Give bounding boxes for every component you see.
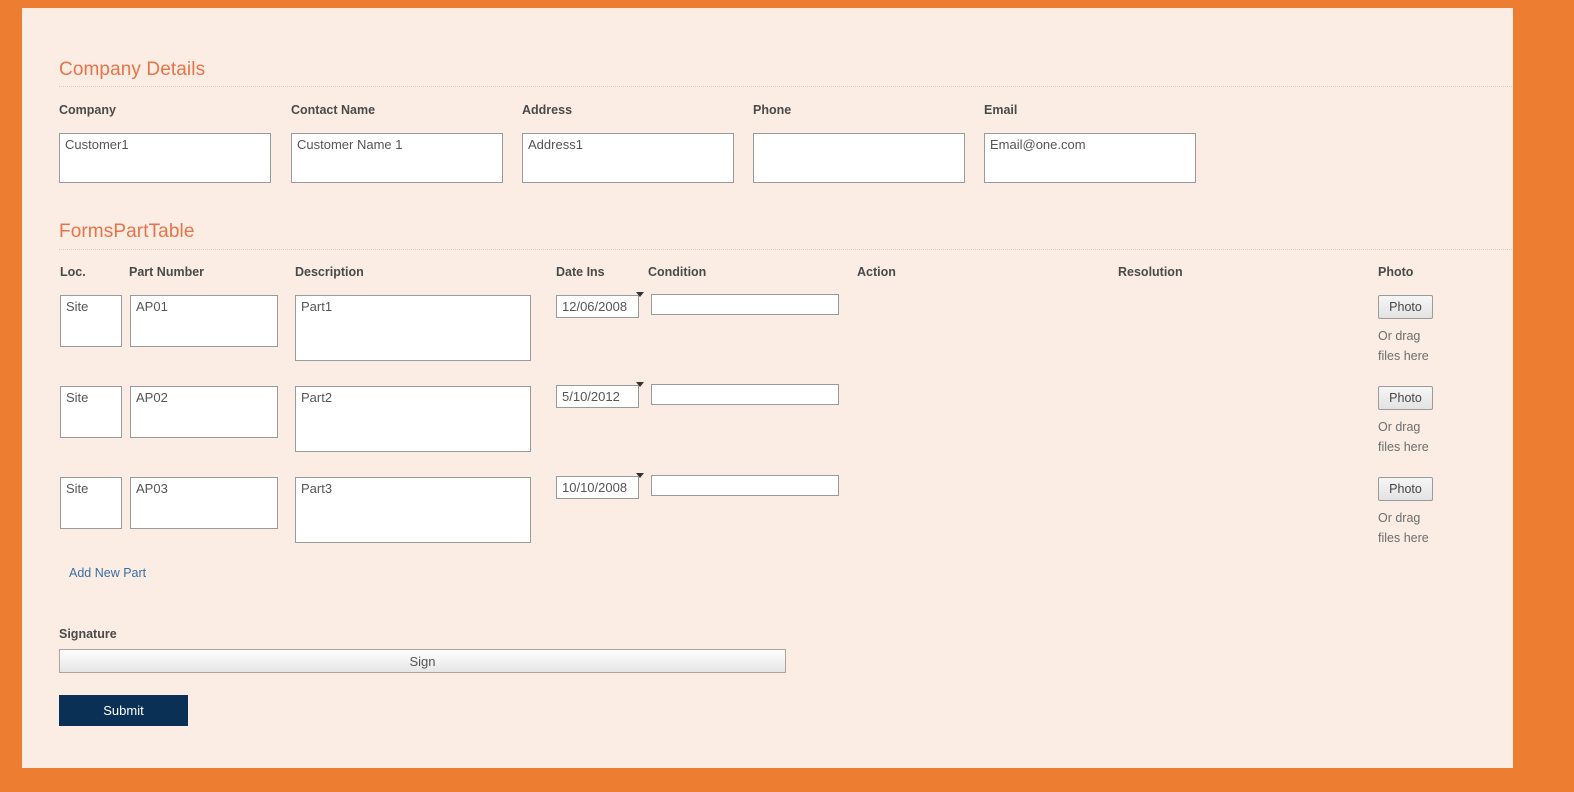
contact-name-input[interactable] xyxy=(291,133,503,183)
part-number-input[interactable] xyxy=(130,386,278,438)
photo-button[interactable]: Photo xyxy=(1378,295,1433,319)
parts-table-heading: FormsPartTable xyxy=(59,221,195,242)
column-header-photo: Photo xyxy=(1378,265,1414,279)
description-input[interactable] xyxy=(295,295,531,361)
description-input[interactable] xyxy=(295,477,531,543)
column-header-resolution: Resolution xyxy=(1118,265,1183,279)
email-input[interactable] xyxy=(984,133,1196,183)
column-header-part-number: Part Number xyxy=(129,265,205,279)
resolution-cell xyxy=(1118,295,1358,315)
photo-button[interactable]: Photo xyxy=(1378,386,1433,410)
resolution-cell xyxy=(1118,386,1358,406)
label-company: Company xyxy=(59,103,116,117)
action-cell xyxy=(857,477,1097,497)
label-email: Email xyxy=(984,103,1018,117)
date-ins-input[interactable] xyxy=(556,385,639,408)
add-new-part-link[interactable]: Add New Part xyxy=(69,566,146,580)
loc-input[interactable] xyxy=(60,386,122,438)
company-details-heading: Company Details xyxy=(59,59,206,80)
column-header-description: Description xyxy=(295,265,364,279)
signature-label: Signature xyxy=(59,627,117,641)
parts-table-divider xyxy=(59,249,1513,250)
label-contact-name: Contact Name xyxy=(291,103,376,117)
phone-input[interactable] xyxy=(753,133,965,183)
resolution-cell xyxy=(1118,477,1358,497)
action-cell xyxy=(857,386,1097,406)
column-header-date-ins: Date Ins xyxy=(556,265,605,279)
submit-button[interactable]: Submit xyxy=(59,695,188,726)
description-input[interactable] xyxy=(295,386,531,452)
action-cell xyxy=(857,295,1097,315)
form-panel: Company Details Company Contact Name Add… xyxy=(22,8,1513,768)
company-input[interactable] xyxy=(59,133,271,183)
column-header-action: Action xyxy=(857,265,896,279)
company-details-divider xyxy=(59,86,1513,87)
photo-drag-hint: Or drag files here xyxy=(1378,420,1429,454)
column-header-condition: Condition xyxy=(648,265,707,279)
part-number-input[interactable] xyxy=(130,295,278,347)
condition-select[interactable] xyxy=(651,384,839,405)
column-header-loc: Loc. xyxy=(60,265,86,279)
address-input[interactable] xyxy=(522,133,734,183)
date-ins-input[interactable] xyxy=(556,476,639,499)
label-phone: Phone xyxy=(753,103,792,117)
date-ins-input[interactable] xyxy=(556,295,639,318)
part-number-input[interactable] xyxy=(130,477,278,529)
loc-input[interactable] xyxy=(60,295,122,347)
photo-drag-hint: Or drag files here xyxy=(1378,511,1429,545)
condition-select[interactable] xyxy=(651,294,839,315)
condition-select[interactable] xyxy=(651,475,839,496)
sign-button[interactable]: Sign xyxy=(59,649,786,673)
photo-drag-hint: Or drag files here xyxy=(1378,329,1429,363)
label-address: Address xyxy=(522,103,573,117)
photo-button[interactable]: Photo xyxy=(1378,477,1433,501)
loc-input[interactable] xyxy=(60,477,122,529)
